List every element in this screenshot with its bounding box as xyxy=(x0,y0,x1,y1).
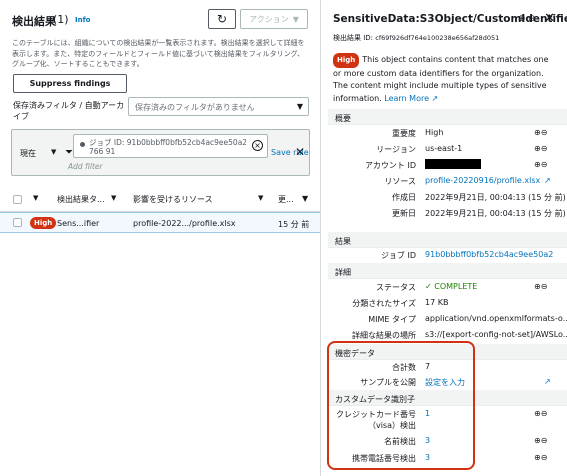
saved-filter-label: 保存済みフィルタ / 自動アーカイブ xyxy=(13,101,125,121)
row-checkbox[interactable] xyxy=(13,218,22,227)
zoom-out-icon[interactable]: ⊖ xyxy=(528,14,536,24)
details-section-header: 詳細 xyxy=(328,263,567,279)
external-link-icon[interactable]: ↗ xyxy=(429,94,439,103)
table-row[interactable]: High Sens...ifier profile-2022.../profil… xyxy=(0,212,320,233)
table-header: ▼ 検出結果タ... ▼ 影響を受けるリソース ▼ 更... ▼ xyxy=(0,186,320,212)
severity-badge: High xyxy=(333,53,360,68)
sort-icon[interactable]: ▼ xyxy=(258,194,263,202)
overview-section-header: 概要 xyxy=(328,109,567,125)
zoom-in-icon[interactable]: ⊕ xyxy=(518,14,526,24)
affected-resource: profile-2022.../profile.xlsx xyxy=(133,219,236,228)
finding-id: 検出結果 ID: cf69f926df764e100238e656af28d05… xyxy=(333,34,500,42)
sort-desc-icon[interactable]: ▼ xyxy=(302,194,308,203)
zoom-icon[interactable]: ⊕⊖ xyxy=(534,409,547,418)
findings-panel: 検出結果 (1) Info ↻ アクション ▼ このテーブルには、組織についての検… xyxy=(0,0,320,476)
token-dot-icon xyxy=(80,142,85,147)
column-header-type[interactable]: 検出結果タ... xyxy=(57,194,105,205)
zoom-icon[interactable]: ⊕⊖ xyxy=(534,144,547,153)
suppress-findings-button[interactable]: Suppress findings xyxy=(13,74,127,93)
updated-time: 15 分 前 xyxy=(278,220,310,229)
caret-down-icon: ▼ xyxy=(296,102,303,111)
filter-scope[interactable]: 現在 xyxy=(20,148,36,159)
finding-type[interactable]: Sens...ifier xyxy=(57,219,99,228)
result-section-header: 結果 xyxy=(328,232,567,248)
zoom-icon[interactable]: ⊕⊖ xyxy=(534,453,547,462)
page-title: 検出結果 xyxy=(12,15,56,28)
external-link-icon[interactable]: ↗ xyxy=(544,377,551,386)
filter-token-text: ジョブ ID: 91b0bbbff0bfb52cb4ac9ee50a2766 9… xyxy=(89,138,248,156)
close-icon[interactable]: × xyxy=(252,140,263,151)
zoom-icon[interactable]: ⊕⊖ xyxy=(534,282,547,291)
filter-bar: 現在 ▼ ⏷ ジョブ ID: 91b0bbbff0bfb52cb4ac9ee50… xyxy=(11,129,310,176)
highlight-box xyxy=(327,341,475,470)
zoom-icon[interactable]: ⊕⊖ xyxy=(534,160,547,169)
refresh-icon: ↻ xyxy=(216,12,228,26)
sort-icon[interactable]: ▼ xyxy=(33,194,38,202)
filter-token[interactable]: ジョブ ID: 91b0bbbff0bfb52cb4ac9ee50a2766 9… xyxy=(73,134,268,158)
column-header-resource[interactable]: 影響を受けるリソース xyxy=(133,194,213,205)
caret-down-icon: ▼ xyxy=(292,14,299,24)
close-icon[interactable]: ✕ xyxy=(544,11,555,26)
caret-down-icon[interactable]: ▼ xyxy=(51,148,56,156)
filter-icon: ⏷ xyxy=(65,147,73,158)
findings-count: (1) xyxy=(53,13,69,26)
check-circle-icon: ✓ xyxy=(425,282,435,291)
findings-description: このテーブルには、組織についての検出結果が一覧表示されます。検出結果を選択して詳… xyxy=(12,39,305,68)
sort-icon[interactable]: ▼ xyxy=(111,194,116,202)
finding-summary: High This object contains content that ma… xyxy=(333,53,549,103)
severity-badge: High xyxy=(30,217,57,229)
learn-more-link[interactable]: Learn More xyxy=(384,94,429,103)
zoom-icon[interactable]: ⊕⊖ xyxy=(534,128,547,137)
select-all-checkbox[interactable] xyxy=(13,195,22,204)
add-filter-input[interactable]: Add filter xyxy=(68,162,103,171)
action-button[interactable]: アクション ▼ xyxy=(240,9,308,29)
saved-filter-select[interactable]: 保存済みのフィルタがありません ▼ xyxy=(128,97,309,116)
clear-filter-icon[interactable]: ✕ xyxy=(295,145,305,159)
column-header-updated[interactable]: 更... xyxy=(278,194,294,205)
redacted-value xyxy=(425,159,481,169)
external-link-icon[interactable]: ↗ xyxy=(544,176,551,185)
zoom-icon[interactable]: ⊕⊖ xyxy=(534,436,547,445)
info-link[interactable]: Info xyxy=(75,16,90,24)
refresh-button[interactable]: ↻ xyxy=(208,9,236,29)
